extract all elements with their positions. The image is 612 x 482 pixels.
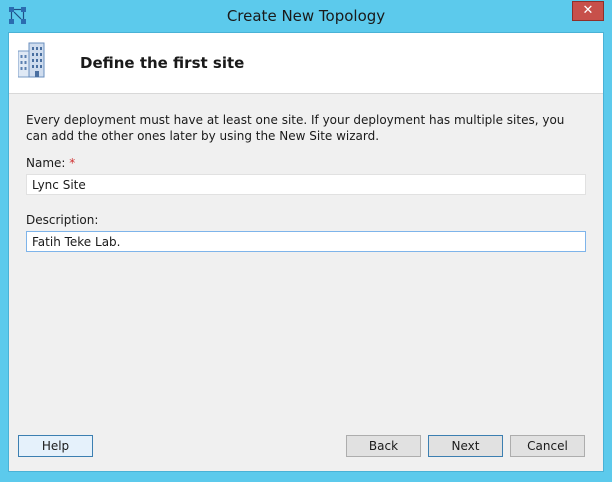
help-button[interactable]: Help xyxy=(18,435,93,457)
window-title: Create New Topology xyxy=(226,7,386,25)
site-name-input[interactable] xyxy=(26,174,586,195)
close-button[interactable]: ✕ xyxy=(572,1,604,21)
building-icon xyxy=(17,42,48,78)
wizard-header: Define the first site xyxy=(9,33,603,94)
next-button[interactable]: Next xyxy=(428,435,503,457)
cancel-button[interactable]: Cancel xyxy=(510,435,585,457)
title-bar[interactable]: Create New Topology ✕ xyxy=(0,0,612,32)
page-title: Define the first site xyxy=(80,54,245,72)
required-marker: * xyxy=(69,156,76,170)
dialog-content: Define the first site Every deployment m… xyxy=(8,32,604,472)
intro-text: Every deployment must have at least one … xyxy=(26,113,565,143)
site-description-input[interactable] xyxy=(26,231,586,252)
dialog-window: Create New Topology ✕ Define the first s… xyxy=(0,0,612,482)
name-label-text: Name: xyxy=(26,156,66,170)
name-field-label: Name: * xyxy=(26,156,75,170)
back-button[interactable]: Back xyxy=(346,435,421,457)
close-icon: ✕ xyxy=(582,3,594,18)
description-field-label: Description: xyxy=(26,213,99,227)
